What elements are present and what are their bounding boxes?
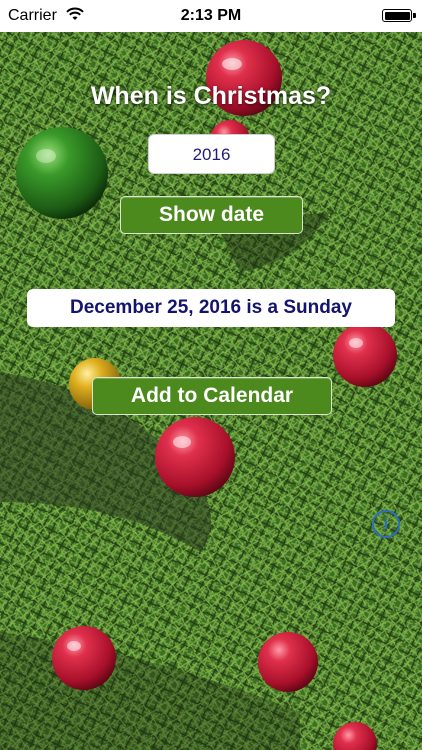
page-title: When is Christmas? bbox=[90, 82, 332, 110]
ornament bbox=[52, 626, 116, 690]
result-label: December 25, 2016 is a Sunday bbox=[27, 289, 395, 327]
clock: 2:13 PM bbox=[180, 7, 242, 24]
ornament bbox=[258, 632, 318, 692]
ornament bbox=[333, 323, 397, 387]
ornament bbox=[155, 417, 235, 497]
battery-icon bbox=[382, 9, 416, 22]
add-to-calendar-button[interactable]: Add to Calendar bbox=[92, 377, 332, 415]
show-date-button[interactable]: Show date bbox=[120, 196, 303, 234]
ornament bbox=[16, 127, 108, 219]
year-input[interactable]: 2016 bbox=[148, 134, 275, 174]
status-bar: Carrier 2:13 PM bbox=[0, 0, 422, 32]
info-icon[interactable]: i bbox=[372, 510, 400, 538]
